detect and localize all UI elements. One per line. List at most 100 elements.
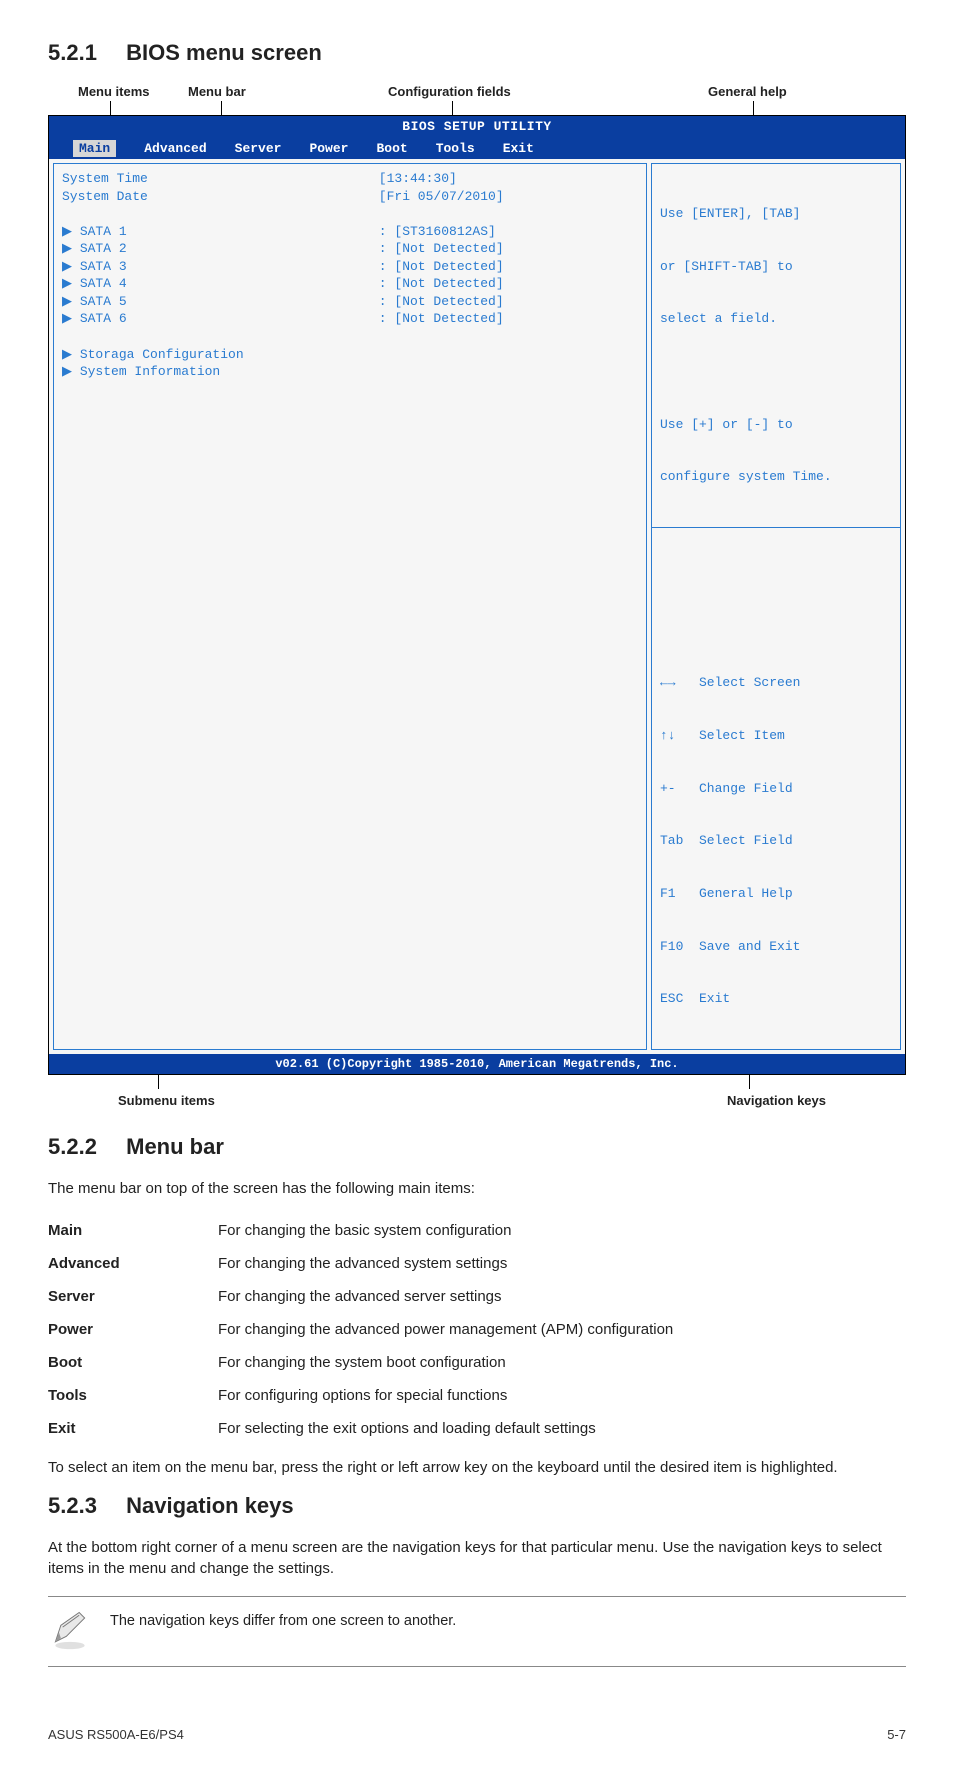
help-line: Use [ENTER], [TAB] bbox=[660, 205, 892, 223]
value-sata-5: [Not Detected] bbox=[394, 294, 503, 309]
value-sata-1: [ST3160812AS] bbox=[394, 224, 495, 239]
desc-boot: For changing the system boot configurati… bbox=[218, 1346, 906, 1379]
desc-advanced: For changing the advanced system setting… bbox=[218, 1247, 906, 1280]
value-sata-4: [Not Detected] bbox=[394, 276, 503, 291]
colon-sep: : bbox=[379, 294, 395, 309]
item-sata-3[interactable]: ▶ SATA 3 bbox=[62, 258, 379, 276]
tab-power[interactable]: Power bbox=[309, 140, 348, 158]
callout-config-fields: Configuration fields bbox=[348, 84, 588, 99]
term-main: Main bbox=[48, 1214, 218, 1247]
colon-sep: : bbox=[379, 224, 395, 239]
value-sata-2: [Not Detected] bbox=[394, 241, 503, 256]
desc-exit: For selecting the exit options and loadi… bbox=[218, 1412, 906, 1445]
nav-line: Tab Select Field bbox=[660, 832, 892, 850]
table-row: ExitFor selecting the exit options and l… bbox=[48, 1412, 906, 1445]
triangle-icon: ▶ bbox=[62, 311, 80, 326]
item-system-date[interactable]: System Date bbox=[62, 188, 379, 206]
bios-left-values: [13:44:30] [Fri 05/07/2010] : [ST3160812… bbox=[379, 170, 638, 1043]
triangle-icon: ▶ bbox=[62, 347, 80, 362]
page-footer: ASUS RS500A-E6/PS4 5-7 bbox=[48, 1727, 906, 1742]
bios-title: BIOS SETUP UTILITY bbox=[49, 116, 905, 138]
term-power: Power bbox=[48, 1313, 218, 1346]
desc-main: For changing the basic system configurat… bbox=[218, 1214, 906, 1247]
item-system-info[interactable]: ▶ System Information bbox=[62, 363, 379, 381]
footer-left: ASUS RS500A-E6/PS4 bbox=[48, 1727, 184, 1742]
triangle-icon: ▶ bbox=[62, 364, 80, 379]
value-system-time: [13:44:30] bbox=[379, 170, 638, 188]
table-row: ServerFor changing the advanced server s… bbox=[48, 1280, 906, 1313]
term-advanced: Advanced bbox=[48, 1247, 218, 1280]
tab-boot[interactable]: Boot bbox=[376, 140, 407, 158]
item-sata-1[interactable]: ▶ SATA 1 bbox=[62, 223, 379, 241]
nav-line: ↑↓ Select Item bbox=[660, 727, 892, 745]
nav-line: +- Change Field bbox=[660, 780, 892, 798]
colon-sep: : bbox=[379, 259, 395, 274]
bios-window: BIOS SETUP UTILITY Main Advanced Server … bbox=[48, 115, 906, 1075]
note-text: The navigation keys differ from one scre… bbox=[110, 1607, 456, 1629]
item-sata-2[interactable]: ▶ SATA 2 bbox=[62, 240, 379, 258]
table-row: BootFor changing the system boot configu… bbox=[48, 1346, 906, 1379]
table-row: MainFor changing the basic system config… bbox=[48, 1214, 906, 1247]
menu-bar-outro: To select an item on the menu bar, press… bbox=[48, 1457, 906, 1479]
heading-number: 5.2.3 bbox=[48, 1493, 120, 1519]
table-row: PowerFor changing the advanced power man… bbox=[48, 1313, 906, 1346]
callout-navigation-keys: Navigation keys bbox=[727, 1093, 906, 1108]
triangle-icon: ▶ bbox=[62, 259, 80, 274]
colon-sep: : bbox=[379, 276, 395, 291]
bios-body: System Time System Date ▶ SATA 1 ▶ SATA … bbox=[49, 159, 905, 1054]
tab-advanced[interactable]: Advanced bbox=[144, 140, 206, 158]
help-line: select a field. bbox=[660, 310, 892, 328]
footer-right: 5-7 bbox=[887, 1727, 906, 1742]
heading-text: BIOS menu screen bbox=[126, 40, 322, 65]
desc-power: For changing the advanced power manageme… bbox=[218, 1313, 906, 1346]
bios-help-box: Use [ENTER], [TAB] or [SHIFT-TAB] to sel… bbox=[651, 163, 901, 528]
bottom-callout-ticks bbox=[48, 1075, 906, 1089]
table-row: ToolsFor configuring options for special… bbox=[48, 1379, 906, 1412]
item-storage-config[interactable]: ▶ Storaga Configuration bbox=[62, 346, 379, 364]
item-sata-6[interactable]: ▶ SATA 6 bbox=[62, 310, 379, 328]
callout-submenu-items: Submenu items bbox=[48, 1093, 215, 1108]
heading-text: Navigation keys bbox=[126, 1493, 294, 1518]
bios-left-pane: System Time System Date ▶ SATA 1 ▶ SATA … bbox=[53, 163, 647, 1050]
heading-5-2-3: 5.2.3 Navigation keys bbox=[48, 1493, 906, 1519]
triangle-icon: ▶ bbox=[62, 294, 80, 309]
item-sata-4[interactable]: ▶ SATA 4 bbox=[62, 275, 379, 293]
help-line: configure system Time. bbox=[660, 468, 892, 486]
bios-menubar: Main Advanced Server Power Boot Tools Ex… bbox=[49, 138, 905, 160]
heading-5-2-1: 5.2.1 BIOS menu screen bbox=[48, 40, 906, 66]
pencil-icon bbox=[48, 1607, 92, 1656]
item-sata-5[interactable]: ▶ SATA 5 bbox=[62, 293, 379, 311]
help-line: or [SHIFT-TAB] to bbox=[660, 258, 892, 276]
nav-line: ESC Exit bbox=[660, 990, 892, 1008]
desc-tools: For configuring options for special func… bbox=[218, 1379, 906, 1412]
bios-nav-box: ←→ Select Screen ↑↓ Select Item +- Chang… bbox=[651, 528, 901, 1050]
menu-bar-intro: The menu bar on top of the screen has th… bbox=[48, 1178, 906, 1200]
heading-number: 5.2.1 bbox=[48, 40, 120, 66]
help-line: Use [+] or [-] to bbox=[660, 416, 892, 434]
heading-5-2-2: 5.2.2 Menu bar bbox=[48, 1134, 906, 1160]
term-boot: Boot bbox=[48, 1346, 218, 1379]
tab-main[interactable]: Main bbox=[73, 140, 116, 158]
tab-exit[interactable]: Exit bbox=[503, 140, 534, 158]
value-sata-6: [Not Detected] bbox=[394, 311, 503, 326]
callout-general-help: General help bbox=[588, 84, 906, 99]
tab-tools[interactable]: Tools bbox=[436, 140, 475, 158]
colon-sep: : bbox=[379, 241, 395, 256]
heading-number: 5.2.2 bbox=[48, 1134, 120, 1160]
heading-text: Menu bar bbox=[126, 1134, 224, 1159]
nav-line: ←→ Select Screen bbox=[660, 674, 892, 692]
value-system-date: [Fri 05/07/2010] bbox=[379, 188, 638, 206]
item-system-time[interactable]: System Time bbox=[62, 170, 379, 188]
bios-footer: v02.61 (C)Copyright 1985-2010, American … bbox=[49, 1054, 905, 1074]
table-row: AdvancedFor changing the advanced system… bbox=[48, 1247, 906, 1280]
desc-server: For changing the advanced server setting… bbox=[218, 1280, 906, 1313]
callout-menu-items: Menu items bbox=[48, 84, 188, 99]
definitions-table: MainFor changing the basic system config… bbox=[48, 1214, 906, 1445]
term-exit: Exit bbox=[48, 1412, 218, 1445]
triangle-icon: ▶ bbox=[62, 241, 80, 256]
nav-line: F1 General Help bbox=[660, 885, 892, 903]
value-sata-3: [Not Detected] bbox=[394, 259, 503, 274]
colon-sep: : bbox=[379, 311, 395, 326]
triangle-icon: ▶ bbox=[62, 224, 80, 239]
tab-server[interactable]: Server bbox=[235, 140, 282, 158]
